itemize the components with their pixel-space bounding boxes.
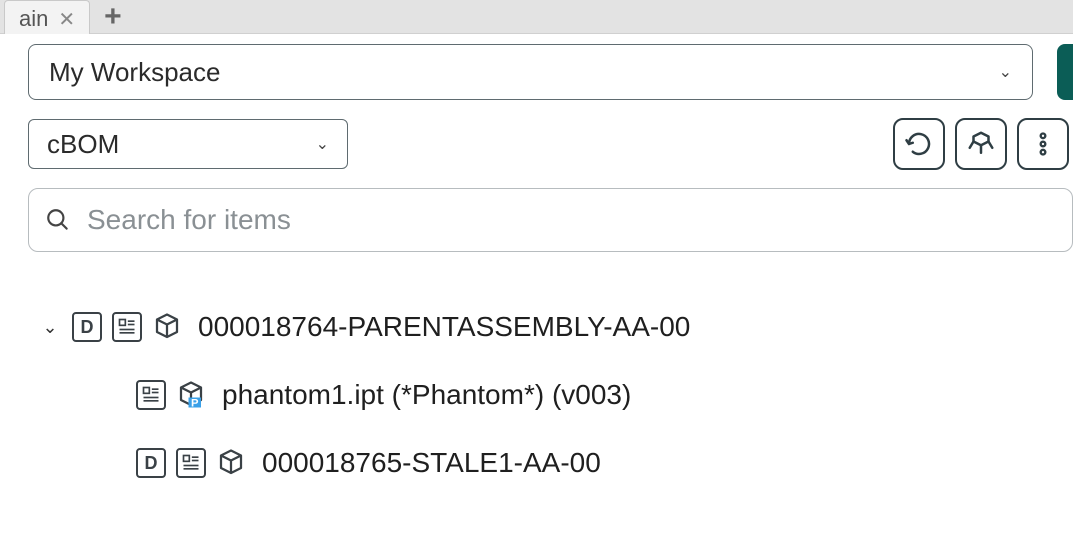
close-icon[interactable]: ✕: [58, 7, 75, 32]
tab-label: ain: [19, 6, 48, 32]
item-search-box[interactable]: [28, 188, 1073, 252]
design-badge-icon: D: [136, 448, 166, 478]
tree-item-label: phantom1.ipt (*Phantom*) (v003): [222, 379, 631, 411]
tree-item-label: 000018765-STALE1-AA-00: [262, 447, 601, 479]
more-menu-button[interactable]: [1017, 118, 1069, 170]
add-tab-button[interactable]: +: [96, 0, 130, 34]
sync-tree-button[interactable]: [955, 118, 1007, 170]
refresh-button[interactable]: [893, 118, 945, 170]
chevron-down-icon[interactable]: ⌄: [38, 317, 62, 338]
tree-item-label: 000018764-PARENTASSEMBLY-AA-00: [198, 311, 690, 343]
tree-row-child[interactable]: D 000018765-STALE1-AA-00: [28, 434, 1073, 492]
search-icon: [45, 207, 71, 233]
properties-icon: [176, 448, 206, 478]
search-button[interactable]: [1057, 44, 1073, 100]
bom-tree: ⌄ D 000018764-PARENTASSEMBLY-AA-00 P pha…: [28, 298, 1073, 492]
properties-icon: [112, 312, 142, 342]
workspace-label: My Workspace: [49, 57, 220, 88]
tab-bar: ain ✕ +: [0, 0, 1073, 34]
phantom-cube-icon: P: [176, 380, 206, 410]
properties-icon: [136, 380, 166, 410]
svg-text:P: P: [191, 397, 199, 409]
tree-row-child[interactable]: P phantom1.ipt (*Phantom*) (v003): [28, 366, 1073, 424]
design-badge-icon: D: [72, 312, 102, 342]
tab-main[interactable]: ain ✕: [4, 0, 90, 34]
chevron-down-icon: ⌄: [316, 134, 329, 154]
chevron-down-icon: ⌄: [999, 62, 1012, 82]
workspace-dropdown[interactable]: My Workspace ⌄: [28, 44, 1033, 100]
cube-icon: [216, 448, 246, 478]
bom-type-label: cBOM: [47, 129, 119, 160]
item-search-input[interactable]: [87, 204, 1056, 236]
cube-icon: [152, 312, 182, 342]
tree-row-parent[interactable]: ⌄ D 000018764-PARENTASSEMBLY-AA-00: [28, 298, 1073, 356]
bom-type-dropdown[interactable]: cBOM ⌄: [28, 119, 348, 169]
